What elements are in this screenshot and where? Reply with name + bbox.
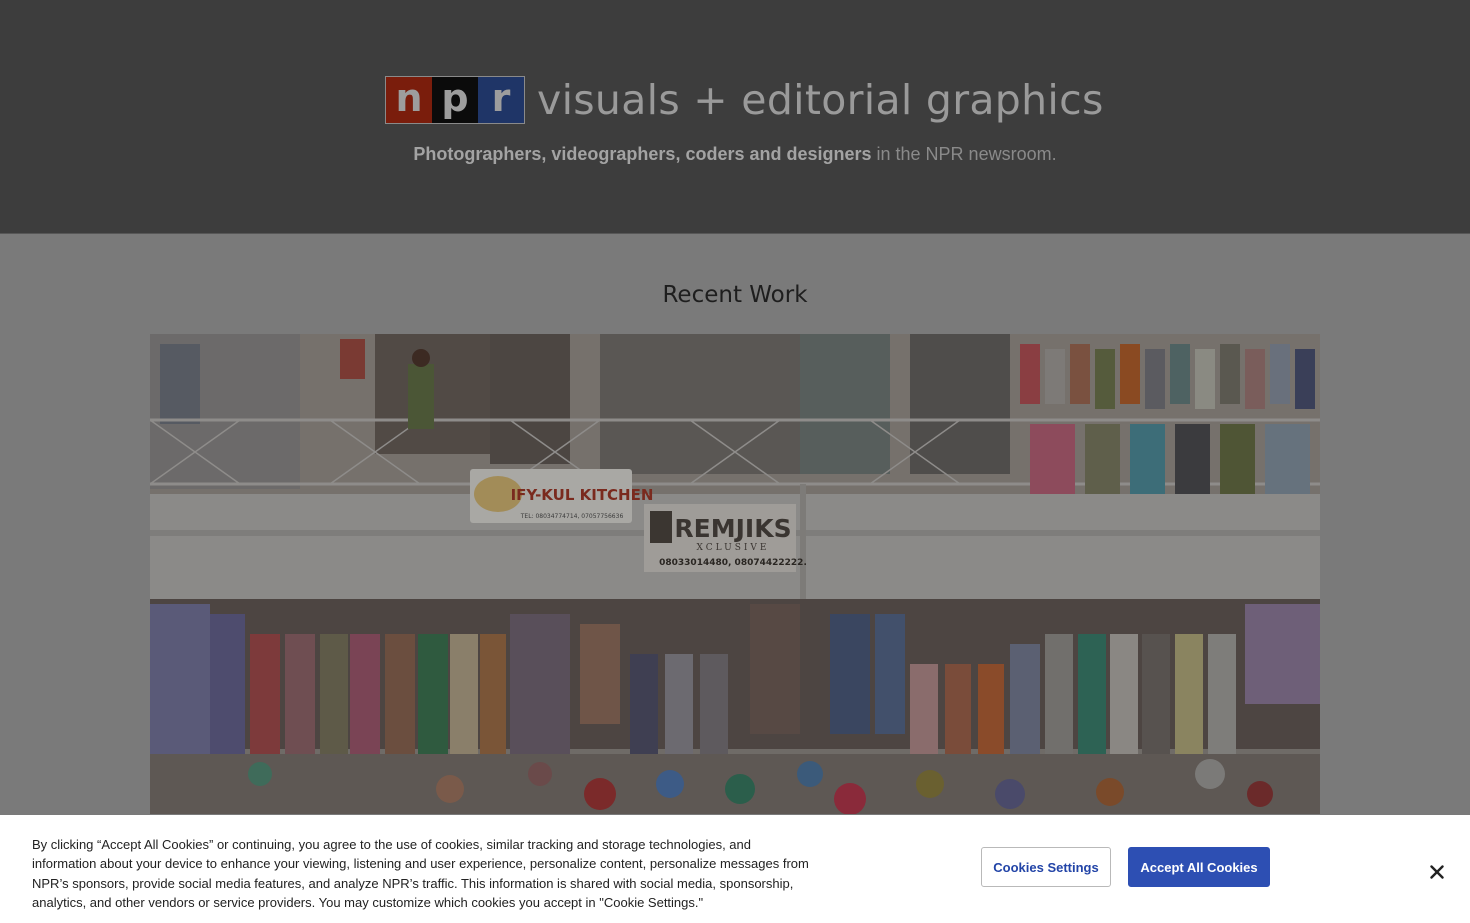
kitchen-sign-text: IFY-KUL KITCHEN <box>511 486 654 504</box>
npr-logo-p: p <box>432 77 478 123</box>
cookies-settings-button[interactable]: Cookies Settings <box>981 847 1111 887</box>
featured-story-image[interactable]: IFY-KUL KITCHEN TEL: 08034774714, 070577… <box>150 334 1320 814</box>
site-header: n p r visuals + editorial graphics Photo… <box>0 0 1470 234</box>
market-photo: IFY-KUL KITCHEN TEL: 08034774714, 070577… <box>150 334 1320 814</box>
cookie-consent-banner: By clicking “Accept All Cookies” or cont… <box>0 815 1470 923</box>
remjiks-sign-text: REMJIKS <box>674 514 791 543</box>
tagline-rest: in the NPR newsroom. <box>871 144 1057 164</box>
site-logo[interactable]: n p r visuals + editorial graphics <box>385 72 1104 128</box>
npr-logo[interactable]: n p r <box>385 76 525 124</box>
npr-logo-n: n <box>386 77 432 123</box>
cookie-consent-text: By clicking “Accept All Cookies” or cont… <box>32 837 809 910</box>
remjiks-sign-sub: XCLUSIVE <box>697 543 770 553</box>
recent-work-heading: Recent Work <box>662 282 808 308</box>
site-title: visuals + editorial graphics <box>537 76 1104 124</box>
kitchen-sign-tel: TEL: 08034774714, 07057756636 <box>520 513 624 520</box>
npr-logo-r: r <box>478 77 524 123</box>
close-icon[interactable] <box>1424 859 1450 885</box>
tagline-bold: Photographers, videographers, coders and… <box>413 144 872 164</box>
close-icon-glyph <box>1430 865 1444 879</box>
accept-all-cookies-button[interactable]: Accept All Cookies <box>1128 847 1270 887</box>
remjiks-sign: REMJIKS XCLUSIVE 08033014480, 0807442222… <box>644 504 807 572</box>
remjiks-sign-tel: 08033014480, 08074422222. <box>659 558 807 568</box>
kitchen-sign: IFY-KUL KITCHEN TEL: 08034774714, 070577… <box>470 469 653 523</box>
tagline: Photographers, videographers, coders and… <box>0 144 1470 165</box>
